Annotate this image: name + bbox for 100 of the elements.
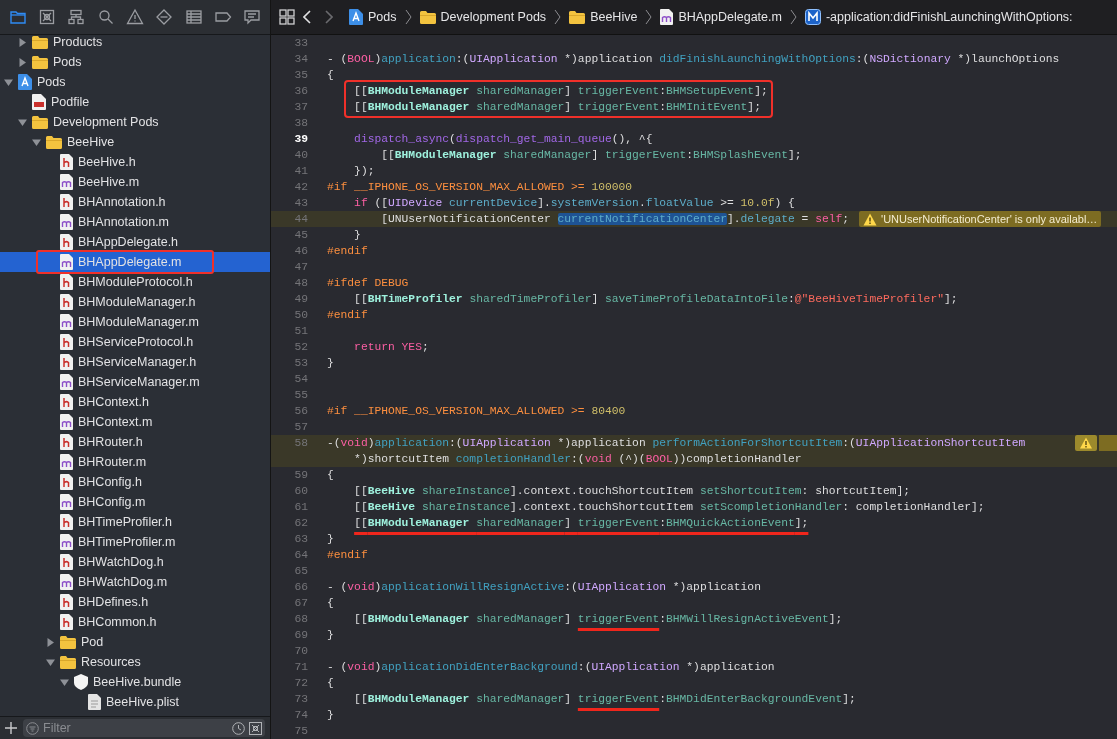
file-tree-item[interactable]: BHAppDelegate.h — [0, 232, 270, 252]
file-tree-item[interactable]: BHRouter.h — [0, 432, 270, 452]
warning-icon — [863, 212, 878, 226]
line-number: 39 — [293, 132, 309, 147]
file-tree-item[interactable]: BHModuleManager.m — [0, 312, 270, 332]
file-tree-item[interactable]: BHTimeProfiler.h — [0, 512, 270, 532]
grid-icon[interactable] — [279, 9, 295, 25]
file-tree-item[interactable]: Development Pods — [0, 112, 270, 132]
file-tree-item[interactable]: BHRouter.m — [0, 452, 270, 472]
line-number: 67 — [293, 596, 309, 611]
file-name: BHDefines.h — [78, 595, 149, 609]
disclosure-triangle-icon[interactable] — [32, 137, 41, 147]
file-tree-item[interactable]: BHConfig.m — [0, 492, 270, 512]
disclosure-triangle-icon[interactable] — [46, 657, 55, 667]
breadcrumb-item[interactable]: -application:didFinishLaunchingWithOptions: — [804, 9, 1073, 25]
disclosure-triangle-icon[interactable] — [46, 637, 55, 647]
file-tree-item[interactable]: BeeHive.plist — [0, 692, 270, 712]
forward-icon[interactable] — [325, 10, 333, 24]
line-number: 69 — [293, 628, 309, 643]
file-tree-item[interactable]: BHWatchDog.h — [0, 552, 270, 572]
breadcrumb-item[interactable]: BHAppDelegate.m — [660, 9, 782, 25]
filter-field[interactable]: Filter — [23, 719, 265, 737]
file-tree-item[interactable]: BHModuleManager.h — [0, 292, 270, 312]
code-line: } — [327, 628, 334, 643]
file-tree-item[interactable]: BHAnnotation.h — [0, 192, 270, 212]
file-name: BHCommon.h — [78, 615, 157, 629]
file-name: BeeHive — [67, 135, 115, 149]
warning-icon[interactable] — [1075, 435, 1117, 451]
breadcrumb-item[interactable]: Development Pods — [419, 10, 547, 24]
file-tree-item[interactable]: Resources — [0, 652, 270, 672]
back-icon[interactable] — [303, 10, 311, 24]
line-number: 50 — [293, 308, 309, 323]
clock-icon[interactable] — [232, 721, 245, 735]
method-icon — [804, 9, 821, 25]
file-name: BHModuleProtocol.h — [78, 275, 193, 289]
file-tree-item[interactable]: BHServiceManager.h — [0, 352, 270, 372]
file-tree-item[interactable]: BHCommon.h — [0, 612, 270, 632]
file-name: BHTimeProfiler.h — [78, 515, 172, 529]
file-tree-item[interactable]: BHAnnotation.m — [0, 212, 270, 232]
code-line: { — [327, 676, 334, 691]
breadcrumb-item[interactable]: BeeHive — [569, 10, 638, 24]
file-name: Podfile — [51, 95, 90, 109]
code-line: [[BHModuleManager sharedManager] triggerEvent:BHMSetupEvent]; — [353, 84, 768, 99]
disclosure-triangle-icon[interactable] — [18, 117, 27, 127]
file-tree-item[interactable]: BeeHive.bundle — [0, 672, 270, 692]
file-tree-item[interactable]: BHModuleProtocol.h — [0, 272, 270, 292]
code-line: } — [327, 532, 334, 547]
disclosure-triangle-icon[interactable] — [18, 57, 27, 67]
source-control-icon — [38, 8, 56, 26]
scope-icon[interactable] — [249, 721, 262, 735]
line-number: 74 — [293, 708, 309, 723]
code-line: [[BeeHive shareInstance].context.touchShortcutItem setScompletionHandler: completionHandler]; — [353, 500, 985, 515]
folder-icon — [419, 10, 436, 24]
file-name: BeeHive.plist — [106, 695, 179, 709]
file-tree-item[interactable]: BeeHive.m — [0, 172, 270, 192]
file-name: Development Pods — [53, 115, 159, 129]
file-tree-item[interactable]: BHServiceManager.m — [0, 372, 270, 392]
disclosure-triangle-icon[interactable] — [60, 677, 69, 687]
code-line: #if __IPHONE_OS_VERSION_MAX_ALLOWED >= 80400 — [327, 404, 626, 419]
bundle-icon — [74, 674, 88, 690]
line-number: 48 — [293, 276, 309, 291]
file-tree-item[interactable]: BHDefines.h — [0, 592, 270, 612]
file-tree-item[interactable]: BHConfig.h — [0, 472, 270, 492]
add-icon[interactable] — [5, 722, 17, 734]
file-tree-item[interactable]: Products — [0, 35, 270, 52]
code-line: } — [327, 356, 334, 371]
disclosure-triangle-icon[interactable] — [18, 37, 27, 47]
line-number: 56 — [293, 404, 309, 419]
disclosure-triangle-icon[interactable] — [4, 77, 13, 87]
file-tree-item[interactable]: BeeHive — [0, 132, 270, 152]
folder-icon — [32, 35, 48, 49]
line-number: 46 — [293, 244, 309, 259]
code-line: { — [327, 468, 334, 483]
file-tree-item[interactable]: Pod — [0, 632, 270, 652]
line-number: 59 — [293, 468, 309, 483]
folder-icon — [8, 8, 27, 26]
source-file-icon — [60, 174, 73, 190]
line-number: 55 — [293, 388, 309, 403]
line-number: 57 — [293, 420, 309, 435]
file-tree-item[interactable]: Pods — [0, 52, 270, 72]
file-tree-item[interactable]: BHTimeProfiler.m — [0, 532, 270, 552]
line-number: 62 — [293, 516, 309, 531]
file-tree-item[interactable]: Pods — [0, 72, 270, 92]
folder-icon — [46, 135, 62, 149]
file-name: Pods — [53, 55, 82, 69]
file-tree-item[interactable]: BeeHive.h — [0, 152, 270, 172]
file-tree-item[interactable]: BHServiceProtocol.h — [0, 332, 270, 352]
plist-file-icon — [88, 694, 101, 710]
file-name: BeeHive.bundle — [93, 675, 182, 689]
file-name: Products — [53, 35, 103, 49]
file-tree-item[interactable]: BHContext.h — [0, 392, 270, 412]
code-line: [[BHModuleManager sharedManager] triggerEvent:BHMInitEvent]; — [353, 100, 761, 115]
file-name: BHServiceProtocol.h — [78, 335, 194, 349]
file-tree-item[interactable]: BHAppDelegate.m — [0, 252, 270, 272]
file-tree-item[interactable]: BHContext.m — [0, 412, 270, 432]
file-tree-item[interactable]: Podfile — [0, 92, 270, 112]
file-tree-item[interactable]: BHWatchDog.m — [0, 572, 270, 592]
file-name: BHWatchDog.m — [78, 575, 168, 589]
code-line: [[BHTimeProfiler sharedTimeProfiler] saveTimeProfileDataIntoFile:@"BeeHiveTimeProfiler"]; — [353, 292, 958, 307]
breadcrumb-item[interactable]: Pods — [349, 9, 397, 25]
